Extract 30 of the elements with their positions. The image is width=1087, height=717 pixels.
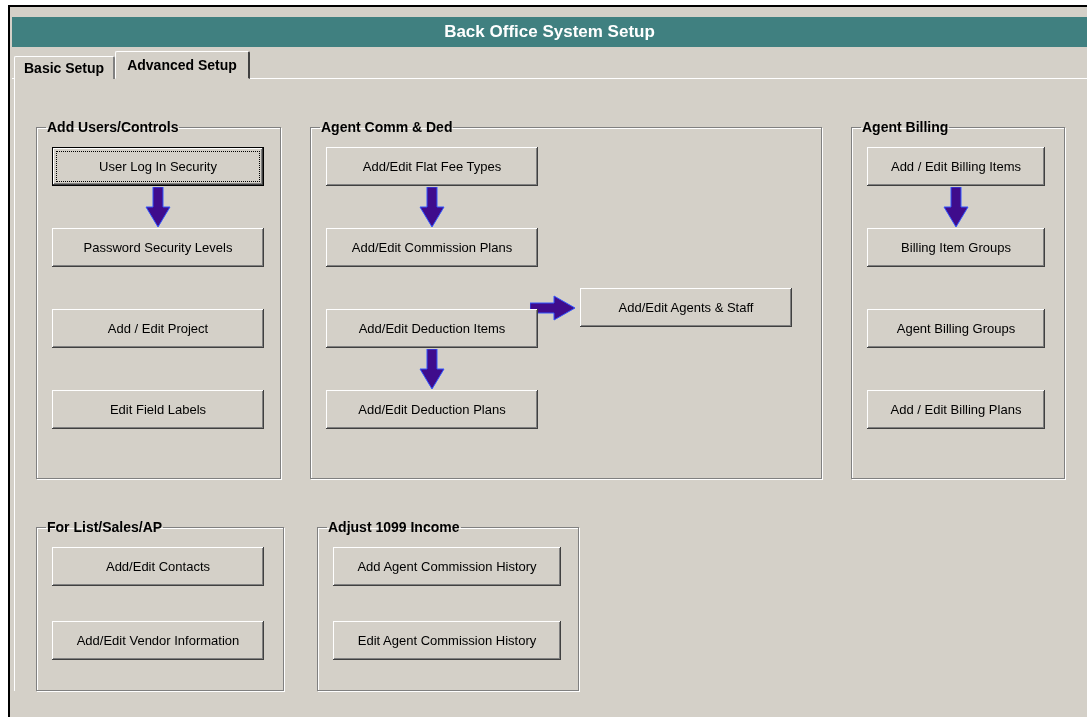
- setup-button[interactable]: Add / Edit Project: [52, 309, 264, 348]
- down-arrow-icon: [145, 187, 171, 227]
- down-arrow-icon: [943, 187, 969, 227]
- group-title: Agent Comm & Ded: [320, 119, 454, 135]
- setup-button[interactable]: Agent Billing Groups: [867, 309, 1045, 348]
- setup-button[interactable]: Billing Item Groups: [867, 228, 1045, 267]
- setup-button[interactable]: Add/Edit Contacts: [52, 547, 264, 586]
- setup-button[interactable]: Add/Edit Flat Fee Types: [326, 147, 538, 186]
- setup-button[interactable]: Add Agent Commission History: [333, 547, 561, 586]
- setup-button[interactable]: User Log In Security: [52, 147, 264, 186]
- down-arrow-icon: [419, 349, 445, 389]
- setup-button[interactable]: Add / Edit Billing Plans: [867, 390, 1045, 429]
- setup-button[interactable]: Add/Edit Commission Plans: [326, 228, 538, 267]
- down-arrow-icon: [419, 187, 445, 227]
- group-title: Adjust 1099 Income: [327, 519, 461, 535]
- setup-button[interactable]: Add/Edit Agents & Staff: [580, 288, 792, 327]
- setup-button[interactable]: Add/Edit Deduction Plans: [326, 390, 538, 429]
- setup-button[interactable]: Password Security Levels: [52, 228, 264, 267]
- right-arrow-icon: [530, 294, 576, 321]
- group-title: Add Users/Controls: [46, 119, 180, 135]
- group-title: For List/Sales/AP: [46, 519, 164, 535]
- tab[interactable]: Basic Setup: [14, 56, 116, 79]
- setup-button[interactable]: Add/Edit Deduction Items: [326, 309, 538, 348]
- setup-button[interactable]: Add / Edit Billing Items: [867, 147, 1045, 186]
- group-title: Agent Billing: [861, 119, 950, 135]
- setup-button[interactable]: Edit Field Labels: [52, 390, 264, 429]
- tab[interactable]: Advanced Setup: [115, 51, 250, 79]
- window-title: Back Office System Setup: [12, 17, 1087, 47]
- setup-button[interactable]: Add/Edit Vendor Information: [52, 621, 264, 660]
- setup-button[interactable]: Edit Agent Commission History: [333, 621, 561, 660]
